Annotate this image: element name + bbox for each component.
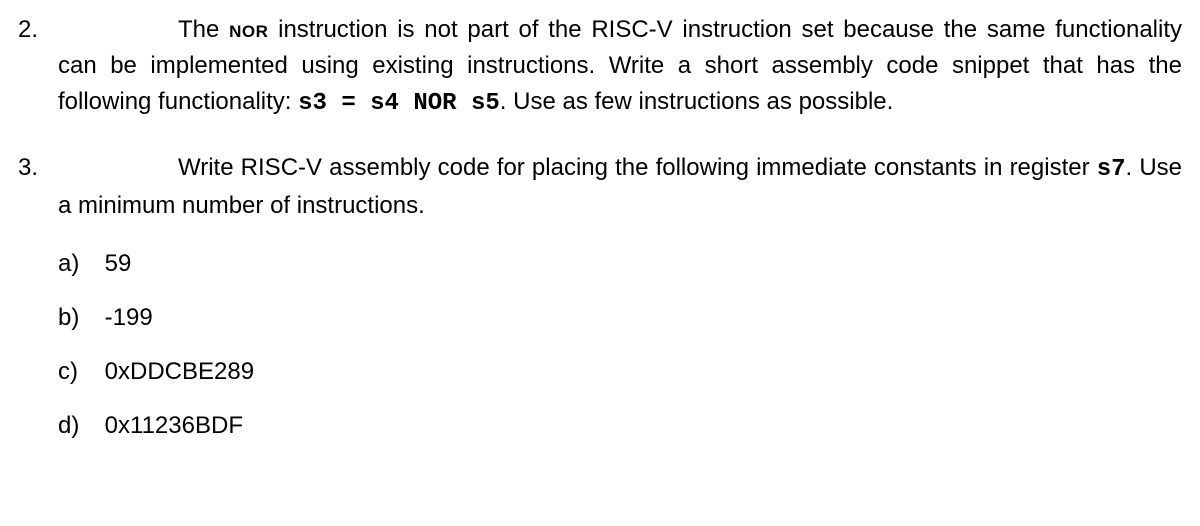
question-3: 3. Write RISC-V assembly code for placin… bbox=[18, 150, 1182, 462]
question-2: 2. The nor instruction is not part of th… bbox=[18, 12, 1182, 122]
list-item: d) 0x11236BDF bbox=[58, 408, 1182, 444]
item-label: c) bbox=[58, 354, 98, 390]
question-text: The nor instruction is not part of the R… bbox=[58, 12, 1182, 122]
text-lead: Write RISC-V assembly code for placing t… bbox=[178, 154, 1097, 181]
item-value: 59 bbox=[105, 250, 132, 277]
question-body: Write RISC-V assembly code for placing t… bbox=[58, 150, 1182, 462]
text-mid2: . Use as few instructions as possible. bbox=[500, 88, 894, 115]
item-value: -199 bbox=[105, 304, 153, 331]
list-item: a) 59 bbox=[58, 246, 1182, 282]
item-value: 0xDDCBE289 bbox=[105, 358, 254, 385]
item-label: d) bbox=[58, 408, 98, 444]
item-label: b) bbox=[58, 300, 98, 336]
register-name: s7 bbox=[1097, 156, 1126, 183]
question-body: The nor instruction is not part of the R… bbox=[58, 12, 1182, 122]
question-number: 3. bbox=[18, 150, 58, 462]
question-number: 2. bbox=[18, 12, 58, 122]
list-item: b) -199 bbox=[58, 300, 1182, 336]
question-text: Write RISC-V assembly code for placing t… bbox=[58, 150, 1182, 224]
item-value: 0x11236BDF bbox=[105, 412, 243, 439]
item-label: a) bbox=[58, 246, 98, 282]
text-lead: The bbox=[178, 16, 229, 43]
sub-list: a) 59 b) -199 c) 0xDDCBE289 d) 0x11236BD… bbox=[58, 246, 1182, 444]
code-snippet: s3 = s4 NOR s5 bbox=[298, 90, 500, 117]
list-item: c) 0xDDCBE289 bbox=[58, 354, 1182, 390]
nor-keyword: nor bbox=[229, 16, 268, 43]
